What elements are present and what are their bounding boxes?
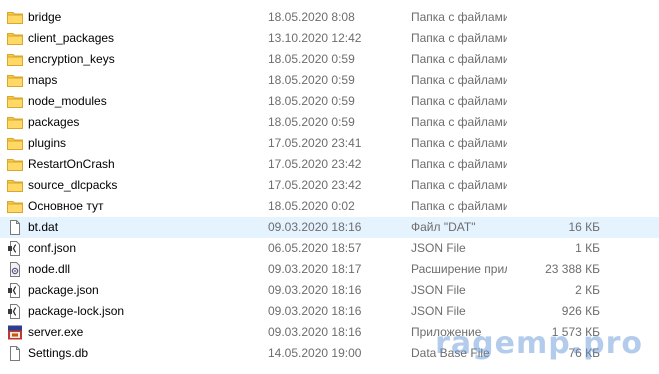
list-item[interactable]: client_packages 13.10.2020 12:42 Папка с… [0,28,659,49]
file-date: 18.05.2020 0:59 [268,94,355,108]
folder-icon [7,157,23,172]
file-name: package-lock.json [28,304,125,318]
folder-icon [7,52,23,67]
list-item[interactable]: bridge 18.05.2020 8:08 Папка с файлами [0,7,659,28]
list-item-selected[interactable]: bt.dat 09.03.2020 18:16 Файл "DAT" 16 КБ [0,217,659,238]
file-date: 18.05.2020 0:02 [268,199,355,213]
file-type: Файл "DAT" [411,220,476,234]
list-item[interactable]: package.json 09.03.2020 18:16 JSON File … [0,280,659,301]
file-date: 17.05.2020 23:42 [268,157,362,171]
dll-file-icon [7,262,23,277]
list-item[interactable]: Settings.db 14.05.2020 19:00 Data Base F… [0,343,659,364]
file-date: 17.05.2020 23:41 [268,136,362,150]
file-name: bt.dat [28,220,59,234]
file-date: 06.05.2020 18:57 [268,241,362,255]
file-name: maps [28,73,58,87]
file-date: 18.05.2020 0:59 [268,73,355,87]
list-item[interactable]: conf.json 06.05.2020 18:57 JSON File 1 К… [0,238,659,259]
file-list: bridge 18.05.2020 8:08 Папка с файлами c… [0,7,659,364]
file-type: Папка с файлами [411,94,507,108]
db-file-icon [7,346,23,361]
folder-icon [7,115,23,130]
file-name: RestartOnCrash [28,157,115,171]
folder-icon [7,73,23,88]
folder-icon [7,94,23,109]
file-date: 09.03.2020 18:16 [268,283,362,297]
file-type: Папка с файлами [411,115,507,129]
list-item[interactable]: encryption_keys 18.05.2020 0:59 Папка с … [0,49,659,70]
file-type: Data Base File [411,346,490,360]
file-type: Папка с файлами [411,199,507,213]
file-name: client_packages [28,31,115,45]
list-item[interactable]: Основное тут 18.05.2020 0:02 Папка с фай… [0,196,659,217]
list-item[interactable]: source_dlcpacks 17.05.2020 23:42 Папка с… [0,175,659,196]
file-name: source_dlcpacks [28,178,118,192]
list-item[interactable]: server.exe 09.03.2020 18:16 Приложение 1… [0,322,659,343]
file-date: 18.05.2020 8:08 [268,10,355,24]
file-size: 1 573 КБ [551,325,600,339]
list-item[interactable]: plugins 17.05.2020 23:41 Папка с файлами [0,133,659,154]
file-size: 23 388 КБ [545,262,600,276]
file-date: 13.10.2020 12:42 [268,31,362,45]
file-name: server.exe [28,325,84,339]
file-size: 16 КБ [568,220,600,234]
file-type: Папка с файлами [411,73,507,87]
file-size: 926 КБ [561,304,600,318]
list-item[interactable]: maps 18.05.2020 0:59 Папка с файлами [0,70,659,91]
folder-icon [7,178,23,193]
file-date: 09.03.2020 18:16 [268,220,362,234]
file-type: Расширение приложения [411,262,507,276]
file-name: bridge [28,10,62,24]
folder-icon [7,10,23,25]
file-type: JSON File [411,304,466,318]
file-date: 18.05.2020 0:59 [268,115,355,129]
file-type: Папка с файлами [411,52,507,66]
file-name: conf.json [28,241,77,255]
file-size: 1 КБ [575,241,600,255]
file-type: Папка с файлами [411,10,507,24]
file-date: 14.05.2020 19:00 [268,346,362,360]
file-type: JSON File [411,283,466,297]
file-date: 18.05.2020 0:59 [268,52,355,66]
json-file-icon [7,283,23,298]
file-name: packages [28,115,80,129]
json-file-icon [7,241,23,256]
file-date: 09.03.2020 18:16 [268,325,362,339]
list-item[interactable]: node_modules 18.05.2020 0:59 Папка с фай… [0,91,659,112]
file-size: 2 КБ [575,283,600,297]
file-type: Папка с файлами [411,157,507,171]
list-item[interactable]: package-lock.json 09.03.2020 18:16 JSON … [0,301,659,322]
folder-icon [7,31,23,46]
list-item[interactable]: node.dll 09.03.2020 18:17 Расширение при… [0,259,659,280]
file-type: JSON File [411,241,466,255]
file-name: Settings.db [28,346,89,360]
exe-app-icon [7,325,23,340]
folder-icon [7,199,23,214]
file-size: 76 КБ [568,346,600,360]
file-date: 09.03.2020 18:17 [268,262,362,276]
file-name: plugins [28,136,67,150]
file-date: 09.03.2020 18:16 [268,304,362,318]
list-item[interactable]: RestartOnCrash 17.05.2020 23:42 Папка с … [0,154,659,175]
file-name: node_modules [28,94,107,108]
file-name: node.dll [28,262,71,276]
json-file-icon [7,304,23,319]
folder-icon [7,136,23,151]
file-icon [7,220,23,235]
list-item[interactable]: packages 18.05.2020 0:59 Папка с файлами [0,112,659,133]
file-name: Основное тут [28,199,104,213]
file-type: Папка с файлами [411,136,507,150]
file-name: package.json [28,283,99,297]
file-type: Папка с файлами [411,31,507,45]
file-date: 17.05.2020 23:42 [268,178,362,192]
file-name: encryption_keys [28,52,115,66]
file-type: Приложение [411,325,482,339]
file-type: Папка с файлами [411,178,507,192]
